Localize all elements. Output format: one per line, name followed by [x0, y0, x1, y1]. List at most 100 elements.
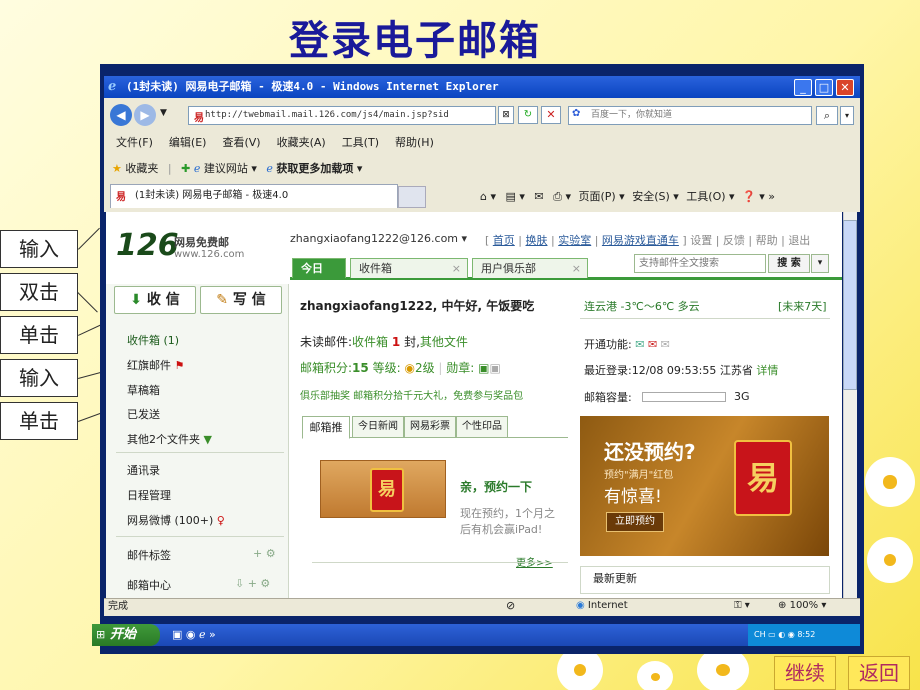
help-icon[interactable]: ❓ — [742, 190, 756, 203]
reserve-button[interactable]: 立即预约 — [606, 512, 664, 532]
mail-logo[interactable]: 126 — [116, 228, 179, 263]
link-games[interactable]: 网易游戏直通车 — [602, 234, 679, 247]
sidebar-item-weibo[interactable]: 网易微博 (100+) ♀ — [127, 512, 225, 528]
continue-button[interactable]: 继续 — [774, 656, 836, 690]
window-title: (1封未读) 网易电子邮箱 - 极速4.0 - Windows Internet… — [104, 76, 860, 98]
points-summary: 邮箱积分:15 等级: ◉2级 | 勋章: ▣▣ — [300, 361, 501, 375]
mail-icon[interactable]: ✉ — [534, 190, 543, 203]
link-settings[interactable]: 设置 — [690, 234, 712, 247]
star-icon: ★ — [112, 162, 122, 175]
mail-search-input[interactable]: 支持邮件全文搜索 — [634, 254, 766, 273]
sidebar-item-inbox[interactable]: 收件箱 (1) — [127, 332, 179, 348]
subtab-lottery[interactable]: 网易彩票 — [404, 416, 456, 438]
refresh-icon[interactable]: ↻ — [518, 106, 538, 124]
stop-icon[interactable]: ✕ — [541, 106, 561, 124]
get-addons[interactable]: 获取更多加载项 — [276, 162, 353, 175]
sidebar-item-other-folders[interactable]: 其他2个文件夹 ▼ — [127, 431, 212, 447]
banner-title: 还没预约? — [604, 440, 696, 464]
quick-launch[interactable]: ▣ ◉ ℯ » — [172, 628, 216, 641]
zoom-control[interactable]: ⊕ 100% ▾ — [778, 600, 826, 611]
menu-help[interactable]: 帮助(H) — [395, 136, 434, 149]
promo-link[interactable]: 俱乐部抽奖 邮箱积分拾千元大礼，免费参与奖品包 — [300, 387, 562, 402]
back-icon[interactable]: ◀ — [110, 104, 132, 126]
divider — [116, 452, 284, 453]
back-button[interactable]: 返回 — [848, 656, 910, 690]
favorites-button[interactable]: 收藏夹 — [125, 162, 158, 175]
feature-icon[interactable]: ✉ — [648, 338, 657, 351]
menu-edit[interactable]: 编辑(E) — [169, 136, 207, 149]
step-label-click: 单击 — [0, 316, 78, 354]
link-lab[interactable]: 实验室 — [558, 234, 591, 247]
search-icon[interactable]: ⌕ — [816, 106, 838, 125]
print-icon[interactable]: ⎙ — [553, 190, 562, 203]
system-tray: CH ▭ ◐ ◉ 8:52 — [748, 624, 860, 646]
link-help[interactable]: 帮助 — [756, 234, 778, 247]
sidebar-item-labels[interactable]: 邮件标签 + ⚙ — [127, 547, 276, 563]
safety-menu[interactable]: 安全(S) — [632, 190, 670, 203]
tab-today[interactable]: 今日 — [292, 258, 346, 278]
suggested-sites[interactable]: 建议网站 — [204, 162, 248, 175]
feature-icon[interactable]: ✉ — [635, 338, 644, 351]
scrollbar-thumb[interactable] — [843, 220, 857, 390]
minimize-button[interactable]: _ — [794, 79, 812, 96]
subtab-print[interactable]: 个性印品 — [456, 416, 508, 438]
card-title[interactable]: 亲，预约一下 — [460, 478, 560, 495]
menu-tools[interactable]: 工具(T) — [342, 136, 379, 149]
maximize-button[interactable]: □ — [815, 79, 833, 96]
account-dropdown[interactable]: zhangxiaofang1222@126.com ▾ — [290, 232, 467, 245]
subtab-recommend[interactable]: 邮箱推 — [302, 416, 350, 439]
receive-button[interactable]: ⬇ 收 信 — [114, 286, 196, 314]
forecast-link[interactable]: [未来7天] — [778, 298, 827, 314]
flag-icon: ⚑ — [174, 359, 185, 372]
red-envelope-icon: 易 — [734, 440, 792, 516]
capacity-bar — [642, 392, 726, 402]
unread-other-link[interactable]: 其他文件 — [420, 335, 468, 349]
daisy-decoration — [560, 650, 600, 690]
compat-icon[interactable]: ⊠ — [498, 106, 514, 124]
add-favorite-icon[interactable]: ✚ — [181, 162, 190, 175]
download-icon: ⬇ — [130, 292, 142, 308]
sidebar-item-flagged[interactable]: 红旗邮件 ⚑ — [127, 357, 184, 373]
feature-icon[interactable]: ✉ — [661, 338, 670, 351]
sidebar-item-calendar[interactable]: 日程管理 — [127, 487, 171, 503]
subtab-news[interactable]: 今日新闻 — [352, 416, 404, 438]
address-bar[interactable]: http://twebmail.mail.126.com/js4/main.js… — [188, 106, 496, 125]
link-skin[interactable]: 换肤 — [526, 234, 548, 247]
sidebar-item-contacts[interactable]: 通讯录 — [127, 462, 160, 478]
chevron-down-icon[interactable]: ▾ — [811, 254, 829, 273]
sidebar-item-drafts[interactable]: 草稿箱 — [127, 382, 160, 398]
link-home[interactable]: 首页 — [493, 234, 515, 247]
close-button[interactable]: ✕ — [836, 79, 854, 96]
mail-search-button[interactable]: 搜 索 — [768, 254, 810, 273]
detail-link[interactable]: 详情 — [756, 364, 778, 377]
home-icon[interactable]: ⌂ — [480, 190, 487, 203]
menu-favorites[interactable]: 收藏夹(A) — [277, 136, 326, 149]
weather-info[interactable]: 连云港 -3℃～6℃ 多云 — [584, 298, 700, 314]
forward-icon[interactable]: ▶ — [134, 104, 156, 126]
link-feedback[interactable]: 反馈 — [723, 234, 745, 247]
capacity-value: 3G — [734, 390, 750, 403]
page-menu[interactable]: 页面(P) — [578, 190, 615, 203]
feeds-icon[interactable]: ▤ — [506, 190, 516, 203]
write-button[interactable]: ✎ 写 信 — [200, 286, 282, 314]
baidu-icon: ✿ — [572, 108, 581, 119]
sidebar-item-center[interactable]: 邮箱中心 ⇩ + ⚙ — [127, 577, 270, 593]
blocked-icon[interactable]: ⊘ — [506, 599, 515, 612]
new-tab-button[interactable] — [398, 186, 426, 208]
link-logout[interactable]: 退出 — [788, 234, 810, 247]
protected-mode-icon[interactable]: ⚿ ▾ — [734, 600, 750, 611]
search-input[interactable]: 百度一下，你就知道 — [568, 106, 812, 125]
sidebar-item-sent[interactable]: 已发送 — [127, 406, 160, 422]
chevron-down-icon[interactable]: ▼ — [160, 108, 167, 118]
language-indicator[interactable]: CH — [754, 630, 766, 639]
menu-file[interactable]: 文件(F) — [116, 136, 153, 149]
tools-menu[interactable]: 工具(O) — [686, 190, 725, 203]
tab-club[interactable]: 用户俱乐部 × — [472, 258, 588, 278]
medal-icon: ▣ — [489, 361, 501, 375]
divider — [312, 562, 568, 563]
tab-inbox[interactable]: 收件箱 × — [350, 258, 468, 278]
unread-inbox-link[interactable]: 收件箱 — [352, 335, 388, 349]
menu-view[interactable]: 查看(V) — [222, 136, 260, 149]
search-options-icon[interactable]: ▾ — [840, 106, 854, 125]
browser-tab[interactable]: (1封未读) 网易电子邮箱 - 极速4.0 — [110, 184, 398, 208]
